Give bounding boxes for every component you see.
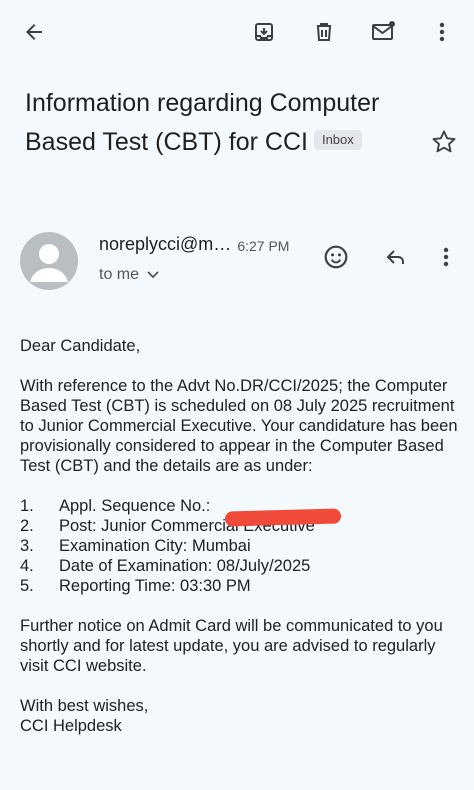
emoji-reaction-icon[interactable] <box>319 240 353 274</box>
person-icon <box>30 244 68 282</box>
list-item: 5. Reporting Time: 03:30 PM <box>20 577 251 595</box>
email-body: Dear Candidate, With reference to the Ad… <box>20 336 460 736</box>
email-subject: Information regarding Computer Based Tes… <box>25 84 415 162</box>
trash-icon[interactable] <box>306 14 342 50</box>
intro-paragraph: With reference to the Advt No.DR/CCI/202… <box>20 377 458 475</box>
signature: CCI Helpdesk <box>20 717 122 735</box>
redaction-mark <box>224 508 342 527</box>
more-vert-icon[interactable] <box>424 14 460 50</box>
greeting: Dear Candidate, <box>20 337 141 355</box>
list-item: 4. Date of Examination: 08/July/2025 <box>20 557 311 575</box>
chevron-down-icon[interactable] <box>147 271 159 279</box>
inbox-label-badge[interactable]: Inbox <box>313 130 362 151</box>
received-time: 6:27 PM <box>237 238 290 254</box>
reply-icon[interactable] <box>379 240 413 274</box>
mail-unread-icon[interactable] <box>366 14 402 50</box>
sender-avatar[interactable] <box>20 232 78 290</box>
recipient-text: to me <box>99 266 140 283</box>
sender-email[interactable]: noreplycci@m… <box>99 234 231 255</box>
star-icon[interactable] <box>430 128 460 158</box>
list-item: 3. Examination City: Mumbai <box>20 537 251 555</box>
recipient-details[interactable]: to me <box>99 266 159 284</box>
closing: With best wishes, <box>20 697 149 715</box>
arrow-back-icon[interactable] <box>16 14 52 50</box>
top-toolbar <box>0 0 474 68</box>
sender-line[interactable]: noreplycci@m… 6:27 PM <box>99 234 289 255</box>
message-more-icon[interactable] <box>429 240 463 274</box>
archive-icon[interactable] <box>246 14 282 50</box>
notice-paragraph: Further notice on Admit Card will be com… <box>20 617 443 675</box>
